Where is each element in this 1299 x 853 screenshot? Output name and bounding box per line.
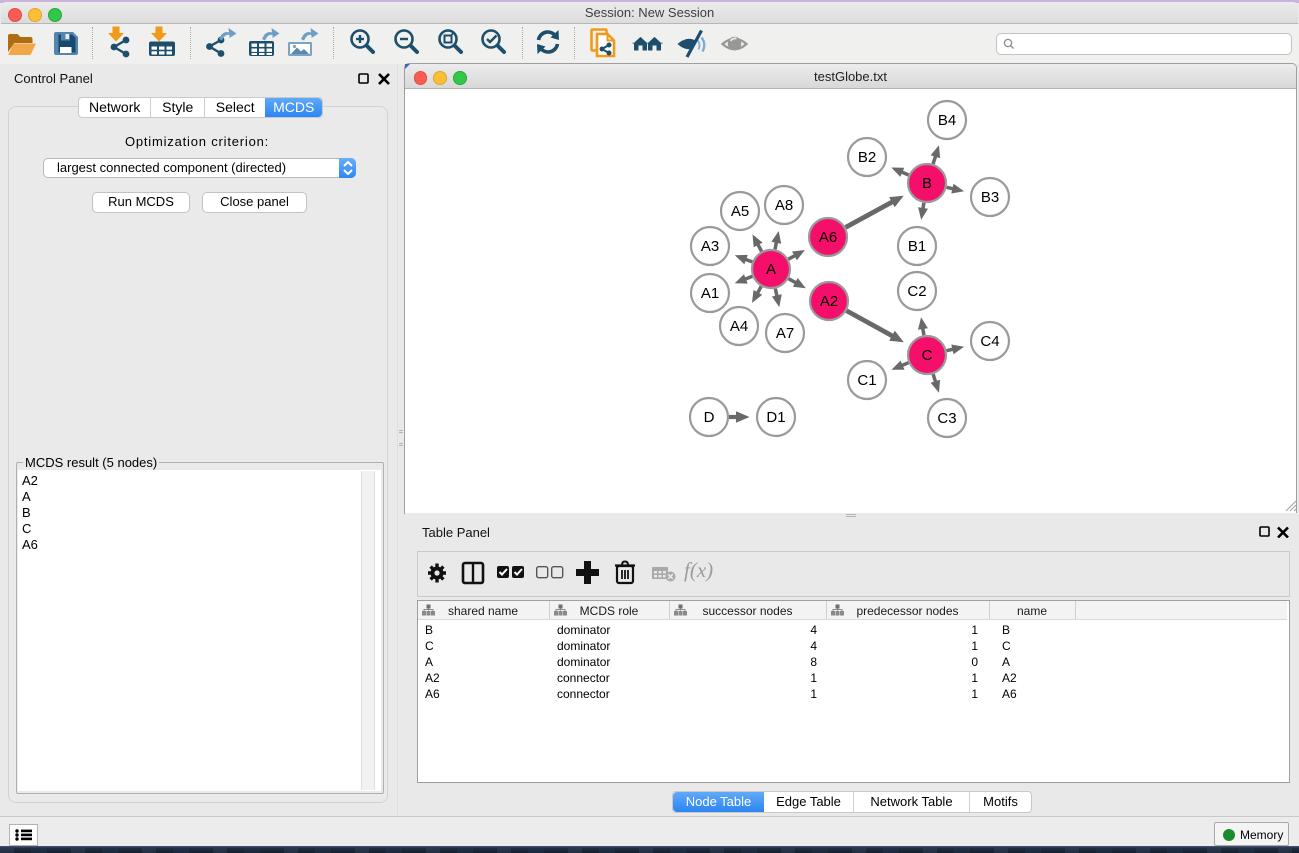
svg-text:C: C (922, 347, 933, 364)
svg-text:B2: B2 (858, 149, 876, 166)
svg-text:C1: C1 (857, 372, 876, 389)
svg-text:A3: A3 (701, 238, 719, 255)
svg-text:A1: A1 (701, 285, 719, 302)
svg-text:A6: A6 (819, 229, 837, 246)
svg-text:A2: A2 (820, 293, 838, 310)
svg-text:D1: D1 (766, 409, 785, 426)
svg-text:D: D (704, 409, 715, 426)
svg-text:B: B (922, 175, 932, 192)
svg-text:A7: A7 (776, 325, 794, 342)
svg-text:C2: C2 (907, 283, 926, 300)
svg-text:B4: B4 (938, 112, 956, 129)
svg-text:C4: C4 (980, 333, 999, 350)
svg-text:A: A (766, 261, 776, 278)
svg-text:B1: B1 (908, 238, 926, 255)
svg-text:C3: C3 (937, 410, 956, 427)
svg-text:A4: A4 (730, 318, 748, 335)
svg-text:A5: A5 (731, 203, 749, 220)
svg-text:B3: B3 (981, 189, 999, 206)
svg-text:A8: A8 (775, 197, 793, 214)
